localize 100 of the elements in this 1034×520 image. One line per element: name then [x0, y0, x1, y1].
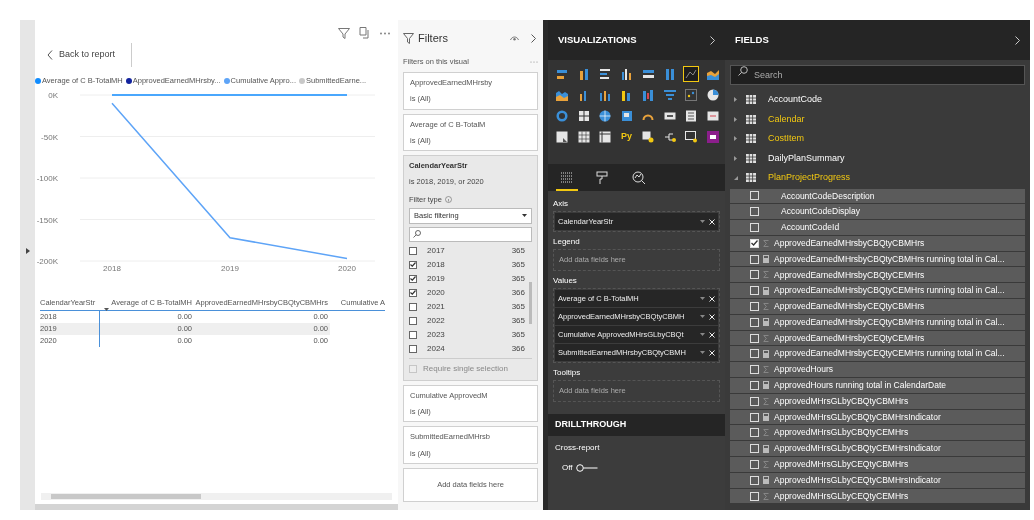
count-label: 365 — [511, 244, 525, 257]
checkbox[interactable] — [409, 288, 417, 297]
field-item[interactable]: ApprovedEarnedMHrsbyCEQtyCEMHrs — [730, 330, 1025, 346]
focus-mode-icon[interactable] — [359, 27, 371, 39]
field-item[interactable]: ApprovedEarnedMHrsbyCBQtyCEMHrs — [730, 267, 1025, 283]
field-item[interactable]: ApprovedEarnedMHrsbyCBQtyCBMHrs running total in Cal... — [730, 251, 1025, 267]
pie-icon[interactable] — [706, 89, 719, 101]
eye-icon[interactable] — [510, 35, 519, 41]
horizontal-scrollbar[interactable] — [41, 493, 392, 500]
dropdown-caret-icon[interactable] — [700, 297, 705, 300]
horizontal-bars-icon[interactable] — [556, 68, 568, 80]
dropdown-caret-icon[interactable] — [700, 333, 705, 336]
card-icon[interactable] — [706, 110, 719, 122]
close-icon[interactable] — [709, 218, 715, 225]
filter-option-label: 2022 — [427, 314, 445, 327]
field-item[interactable]: ApprovedEarnedMHrsbyCBQtyCBMHrs — [730, 235, 1025, 251]
table-icon[interactable] — [599, 131, 611, 143]
field-item[interactable]: ApprovedMHrsGLbyCBQtyCBMHrs — [730, 393, 1025, 409]
close-icon[interactable] — [709, 295, 715, 302]
scatter-icon[interactable] — [642, 131, 654, 143]
field-item[interactable]: ApprovedHours running total in CalendarDate — [730, 378, 1025, 393]
table-icon[interactable] — [577, 131, 590, 143]
field-table-item[interactable]: Calendar — [730, 109, 1025, 129]
checkbox[interactable] — [409, 330, 417, 339]
donut-icon[interactable] — [556, 110, 568, 122]
field-item[interactable]: ApprovedMHrsGLbyCBQtyCEMHrs — [730, 425, 1025, 441]
collapsed-arrow-icon[interactable] — [734, 116, 737, 122]
column-bars-icon[interactable] — [620, 89, 633, 101]
checkbox[interactable] — [409, 274, 417, 283]
field-item[interactable]: AccountCodeDisplay — [730, 204, 1025, 220]
area-chart-icon[interactable] — [556, 89, 568, 101]
card-icon[interactable] — [685, 110, 697, 122]
card-icon[interactable] — [663, 110, 676, 122]
field-item[interactable]: ApprovedMHrsGLbyCBQtyCBMHrsIndicator — [730, 409, 1025, 425]
checkbox[interactable] — [409, 302, 417, 311]
field-table-item[interactable]: CostItem — [730, 129, 1025, 149]
calculator-icon — [763, 349, 769, 358]
dropdown-caret-icon[interactable] — [700, 351, 705, 354]
chevron-right-icon[interactable] — [531, 33, 536, 43]
tree-icon[interactable] — [663, 131, 676, 143]
card-icon[interactable] — [706, 131, 719, 143]
search-field[interactable] — [409, 226, 532, 242]
field-item[interactable]: ApprovedMHrsGLbyCEQtyCBMHrsIndicator — [730, 472, 1025, 488]
calculator-icon — [763, 318, 769, 327]
column-bars-icon[interactable] — [620, 68, 633, 80]
horizontal-bars-icon[interactable] — [642, 68, 654, 80]
scatter-icon[interactable] — [685, 89, 697, 101]
search-field[interactable]: Search — [730, 65, 1025, 85]
collapsed-arrow-icon[interactable] — [734, 97, 737, 103]
back-to-report-button[interactable]: Back to report — [45, 46, 118, 64]
field-table-item[interactable]: AccountCode — [730, 90, 1025, 110]
field-item[interactable]: ApprovedHours — [730, 362, 1025, 378]
field-item[interactable]: ApprovedMHrsGLbyCBQtyCEMHrsIndicator — [730, 441, 1025, 457]
filter-option-label: 2017 — [427, 244, 445, 257]
checkbox[interactable] — [409, 316, 417, 325]
column-bars-icon[interactable] — [599, 89, 611, 101]
funnel-icon[interactable] — [663, 89, 676, 101]
close-icon[interactable] — [709, 331, 715, 338]
well-title: Tooltips — [553, 366, 582, 379]
globe-icon[interactable] — [599, 110, 611, 122]
checkbox[interactable] — [409, 246, 417, 255]
field-table-item[interactable]: DailyPlanSummary — [730, 148, 1025, 168]
field-item[interactable]: ApprovedEarnedMHrsbyCEQtyCEMHrs running total in Cal... — [730, 346, 1025, 362]
dropdown-caret-icon[interactable] — [700, 220, 705, 223]
field-item[interactable]: AccountCodeDescription — [730, 188, 1025, 204]
dropdown-caret-icon[interactable] — [700, 315, 705, 318]
field-table-item[interactable]: PlanProjectProgress — [730, 168, 1025, 188]
calculator-icon — [763, 444, 769, 453]
field-item[interactable]: ApprovedMHrsGLbyCEQtyCEMHrs — [730, 488, 1025, 504]
close-icon[interactable] — [709, 313, 715, 320]
expand-arrow-icon[interactable] — [25, 248, 30, 254]
column-bars-icon[interactable] — [577, 68, 590, 80]
visual-type-button[interactable]: Py — [618, 129, 635, 145]
field-item[interactable]: ApprovedEarnedMHrsbyCEQtyCBMHrs running total in Cal... — [730, 314, 1025, 330]
line-chart-icon[interactable] — [685, 68, 697, 80]
filter-option-label: 2023 — [427, 328, 445, 341]
chat-icon[interactable] — [685, 131, 697, 143]
checkbox[interactable] — [409, 344, 417, 353]
field-item[interactable]: ApprovedMHrsGLbyCEQtyCBMHrs — [730, 457, 1025, 472]
toggle-label: Off — [562, 462, 573, 474]
expanded-arrow-icon[interactable] — [734, 175, 738, 180]
close-icon[interactable] — [709, 349, 715, 356]
filter-icon[interactable] — [338, 27, 350, 39]
area-chart-icon[interactable] — [706, 68, 719, 80]
grid-icon[interactable] — [577, 110, 590, 122]
field-item[interactable]: AccountCodeId — [730, 220, 1025, 235]
dropdown-caret-icon — [522, 214, 527, 218]
collapsed-arrow-icon[interactable] — [734, 155, 737, 161]
slicer-icon[interactable] — [556, 131, 568, 143]
map-icon[interactable] — [620, 110, 633, 122]
info-icon — [444, 195, 452, 203]
x-axis-label: 2019 — [221, 264, 239, 273]
table-icon — [746, 173, 756, 183]
field-item[interactable]: ApprovedEarnedMHrsbyCBQtyCEMHrs running total in Cal... — [730, 283, 1025, 299]
horizontal-bars-icon[interactable] — [599, 68, 611, 80]
checkbox[interactable] — [409, 260, 417, 269]
field-item[interactable]: ApprovedEarnedMHrsbyCEQtyCBMHrs — [730, 299, 1025, 314]
collapsed-arrow-icon[interactable] — [734, 136, 737, 142]
more-options-icon[interactable] — [380, 31, 390, 35]
toggle-switch[interactable] — [575, 464, 598, 472]
